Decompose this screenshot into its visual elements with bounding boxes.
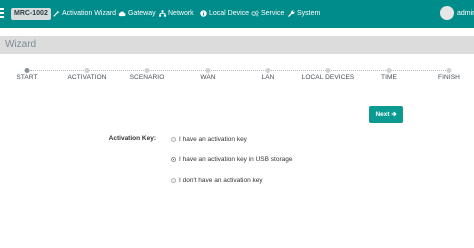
- step-label-activation: ACTIVATION: [67, 74, 107, 81]
- wand-icon: [53, 10, 60, 17]
- wizard-header: Wizard: [0, 36, 474, 54]
- next-button[interactable]: Next: [369, 106, 403, 123]
- arrow-right-icon: [391, 111, 396, 117]
- step-dot-activation: [84, 68, 90, 73]
- top-navbar: MRC-1002 Activation Wizard Gateway Netwo…: [0, 0, 474, 28]
- info-icon: [200, 10, 207, 17]
- step-label-lan: LAN: [261, 74, 275, 81]
- radio-button-selected[interactable]: [171, 157, 176, 162]
- step-dot-scenario: [144, 68, 150, 73]
- nav-label: Local Device: [209, 10, 250, 17]
- wrench-icon: [288, 10, 295, 17]
- step-label-finish: FINISH: [438, 74, 460, 81]
- menu-toggle-icon[interactable]: [0, 8, 4, 18]
- radio-label: I don't have an activation key: [179, 177, 263, 184]
- gears-icon: [251, 10, 259, 17]
- nav-service[interactable]: Service: [251, 7, 284, 21]
- nav-activation-wizard[interactable]: Activation Wizard: [53, 7, 116, 21]
- nav-network[interactable]: Network: [159, 7, 194, 21]
- radio-label: I have an activation key in USB storage: [179, 156, 293, 163]
- radio-label: I have an activation key: [179, 136, 247, 143]
- radio-button[interactable]: [171, 178, 176, 183]
- wizard-progress: START ACTIVATION SCENARIO WAN LAN LOCAL …: [0, 64, 474, 84]
- step-label-local-devices: LOCAL DEVICES: [301, 74, 355, 81]
- nav-system[interactable]: System: [288, 7, 320, 21]
- step-dot-time: [386, 68, 392, 73]
- nav-label: Activation Wizard: [62, 10, 117, 17]
- step-label-scenario: SCENARIO: [129, 74, 165, 81]
- radio-button[interactable]: [171, 137, 176, 142]
- nav-label: Gateway: [128, 10, 156, 17]
- page-title: Wizard: [5, 39, 37, 50]
- step-dot-start: [24, 68, 30, 73]
- nav-label: System: [297, 10, 321, 17]
- cloud-icon: [118, 11, 126, 17]
- step-dot-finish: [446, 68, 452, 73]
- nav-local-device[interactable]: Local Device: [200, 7, 249, 21]
- step-dot-wan: [205, 68, 211, 73]
- nav-label: Network: [168, 10, 194, 17]
- step-dot-local-devices: [325, 68, 331, 73]
- nav-gateway[interactable]: Gateway: [118, 7, 156, 21]
- user-avatar[interactable]: [440, 6, 454, 20]
- activation-key-label: Activation Key:: [108, 135, 156, 142]
- step-label-time: TIME: [381, 74, 397, 81]
- step-dot-lan: [265, 68, 271, 73]
- step-label-start: START: [16, 74, 38, 81]
- next-button-label: Next: [375, 111, 390, 118]
- nav-label: Service: [261, 10, 285, 17]
- progress-track: [30, 70, 446, 71]
- network-icon: [159, 10, 166, 17]
- user-name[interactable]: admin: [457, 7, 474, 21]
- model-badge: MRC-1002: [11, 8, 51, 20]
- step-label-wan: WAN: [200, 74, 216, 81]
